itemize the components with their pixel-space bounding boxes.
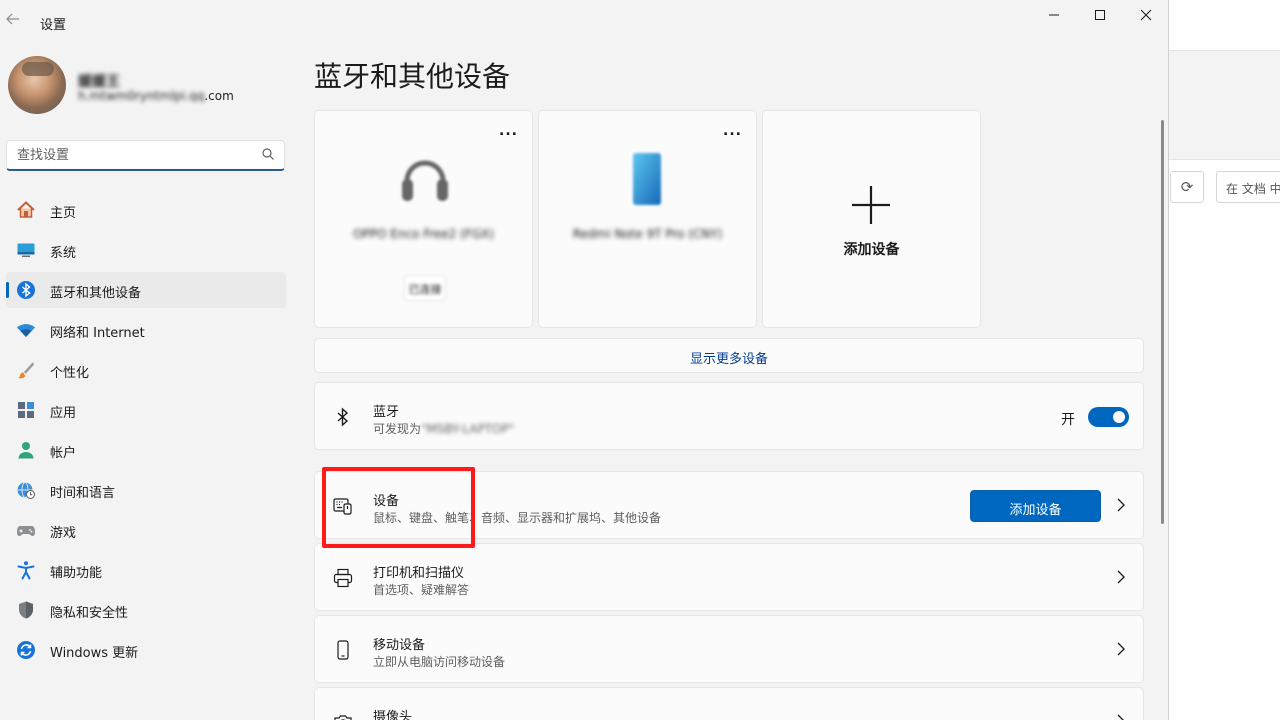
show-more-devices-button[interactable]: 显示更多设备 xyxy=(314,338,1144,373)
device-name: OPPO Enco Free2 (FGX) xyxy=(353,227,494,241)
search-input[interactable] xyxy=(17,146,257,164)
sidebar-item-network[interactable]: 网络和 Internet xyxy=(6,312,286,348)
user-name: 媛媛王 xyxy=(78,74,120,90)
mobile-devices-title: 移动设备 xyxy=(373,638,426,653)
bluetooth-icon xyxy=(337,407,349,427)
device-card-headphones[interactable]: ... OPPO Enco Free2 (FGX) 已连接 xyxy=(314,110,533,328)
back-arrow-icon[interactable] xyxy=(6,12,24,32)
background-toolbar xyxy=(1168,50,1280,160)
sidebar-item-label: 时间和语言 xyxy=(50,486,116,501)
brush-icon xyxy=(18,362,35,379)
mobile-phone-icon xyxy=(337,640,349,660)
more-options-button[interactable]: ... xyxy=(499,123,518,139)
phone-icon xyxy=(633,153,661,205)
chevron-right-icon[interactable] xyxy=(1115,713,1127,720)
more-options-button[interactable]: ... xyxy=(723,123,742,139)
sidebar-item-windows-update[interactable]: Windows 更新 xyxy=(6,632,286,668)
sidebar-item-label: 个性化 xyxy=(50,366,90,381)
bluetooth-device-name: "MSBY-LAPTOP" xyxy=(421,422,515,436)
sidebar-item-label: 蓝牙和其他设备 xyxy=(50,286,142,301)
user-email-suffix: .com xyxy=(204,89,234,103)
connection-status-badge: 已连接 xyxy=(404,275,446,301)
background-window: ⟳ 在 文档 中 xyxy=(1168,0,1280,720)
update-icon xyxy=(17,641,35,659)
sidebar-item-label: 网络和 Internet xyxy=(50,326,145,341)
headphones-icon xyxy=(402,160,448,201)
gamepad-icon xyxy=(17,526,35,536)
sidebar-item-label: Windows 更新 xyxy=(50,646,139,661)
chevron-right-icon[interactable] xyxy=(1115,641,1127,657)
bluetooth-row: 蓝牙 可发现为"MSBY-LAPTOP" 开 xyxy=(314,382,1144,450)
window-title: 设置 xyxy=(40,18,67,33)
sidebar-item-system[interactable]: 系统 xyxy=(6,232,286,268)
bluetooth-icon xyxy=(17,281,35,299)
printers-row[interactable]: 打印机和扫描仪 首选项、疑难解答 xyxy=(314,543,1144,611)
search-box[interactable] xyxy=(6,140,285,171)
accessibility-icon xyxy=(17,561,35,580)
refresh-icon[interactable]: ⟳ xyxy=(1170,171,1204,203)
search-icon[interactable] xyxy=(261,147,275,161)
chevron-right-icon[interactable] xyxy=(1115,497,1127,513)
highlight-box xyxy=(322,467,475,548)
user-email: h.mtwm0ryntmlpi.qq.com xyxy=(78,89,234,103)
minimize-button[interactable] xyxy=(1031,4,1077,26)
toggle-label: 开 xyxy=(1061,412,1075,428)
sidebar-item-gaming[interactable]: 游戏 xyxy=(6,512,286,548)
maximize-button[interactable] xyxy=(1077,4,1123,26)
add-device-label: 添加设备 xyxy=(843,242,900,258)
bluetooth-subtitle-prefix: 可发现为 xyxy=(373,422,422,436)
sidebar-item-bluetooth[interactable]: 蓝牙和其他设备 xyxy=(6,272,286,308)
device-card-phone[interactable]: ... Redmi Note 9T Pro (CNY) xyxy=(538,110,757,328)
mobile-devices-row[interactable]: 移动设备 立即从电脑访问移动设备 xyxy=(314,615,1144,683)
printers-subtitle: 首选项、疑难解答 xyxy=(373,583,470,597)
sidebar-item-label: 游戏 xyxy=(50,526,77,541)
wifi-icon xyxy=(17,324,35,337)
user-email-blurred: h.mtwm0ryntmlpi.qq xyxy=(78,89,205,103)
title-bar: 设置 xyxy=(0,0,1168,44)
sidebar-nav: 主页 系统 蓝牙和其他设备 网络和 Internet 个性化 应用 帐户 时间和… xyxy=(6,192,286,672)
chevron-right-icon[interactable] xyxy=(1115,569,1127,585)
sidebar-item-label: 隐私和安全性 xyxy=(50,606,129,621)
monitor-icon xyxy=(17,243,35,257)
sidebar-item-personalization[interactable]: 个性化 xyxy=(6,352,286,388)
globe-clock-icon xyxy=(17,482,35,499)
bluetooth-title: 蓝牙 xyxy=(373,405,400,420)
sidebar-item-label: 应用 xyxy=(50,406,77,421)
printer-icon xyxy=(333,568,353,588)
page-title: 蓝牙和其他设备 xyxy=(314,60,511,93)
bluetooth-subtitle: 可发现为"MSBY-LAPTOP" xyxy=(373,420,514,437)
bluetooth-toggle[interactable] xyxy=(1088,407,1129,427)
sidebar-item-label: 辅助功能 xyxy=(50,566,103,581)
plus-icon xyxy=(852,186,890,224)
add-device-card[interactable]: 添加设备 xyxy=(762,110,981,328)
sidebar-item-label: 系统 xyxy=(50,246,77,261)
sidebar-item-apps[interactable]: 应用 xyxy=(6,392,286,428)
shield-icon xyxy=(19,601,33,619)
sidebar-item-label: 主页 xyxy=(50,206,77,221)
camera-row[interactable]: 摄像头 xyxy=(314,687,1144,720)
apps-icon xyxy=(18,402,34,418)
camera-title: 摄像头 xyxy=(373,710,413,720)
sidebar-item-privacy[interactable]: 隐私和安全性 xyxy=(6,592,286,628)
device-name: Redmi Note 9T Pro (CNY) xyxy=(572,227,723,241)
home-icon xyxy=(17,201,35,218)
printers-title: 打印机和扫描仪 xyxy=(373,566,465,581)
sidebar-item-accounts[interactable]: 帐户 xyxy=(6,432,286,468)
sidebar-item-accessibility[interactable]: 辅助功能 xyxy=(6,552,286,588)
sidebar-item-home[interactable]: 主页 xyxy=(6,192,286,228)
scrollbar[interactable] xyxy=(1161,120,1164,524)
person-icon xyxy=(18,442,34,459)
close-button[interactable] xyxy=(1123,4,1169,26)
mobile-devices-subtitle: 立即从电脑访问移动设备 xyxy=(373,655,506,669)
sidebar-item-time-language[interactable]: 时间和语言 xyxy=(6,472,286,508)
settings-window: 设置 媛媛王 h.mtwm0ryntmlpi.qq.com 主页 系统 蓝牙和其… xyxy=(0,0,1169,720)
add-device-button[interactable]: 添加设备 xyxy=(970,490,1101,522)
background-search-field[interactable]: 在 文档 中 xyxy=(1216,171,1280,203)
avatar[interactable] xyxy=(8,56,66,114)
sidebar-item-label: 帐户 xyxy=(50,446,77,461)
camera-icon xyxy=(334,715,352,720)
